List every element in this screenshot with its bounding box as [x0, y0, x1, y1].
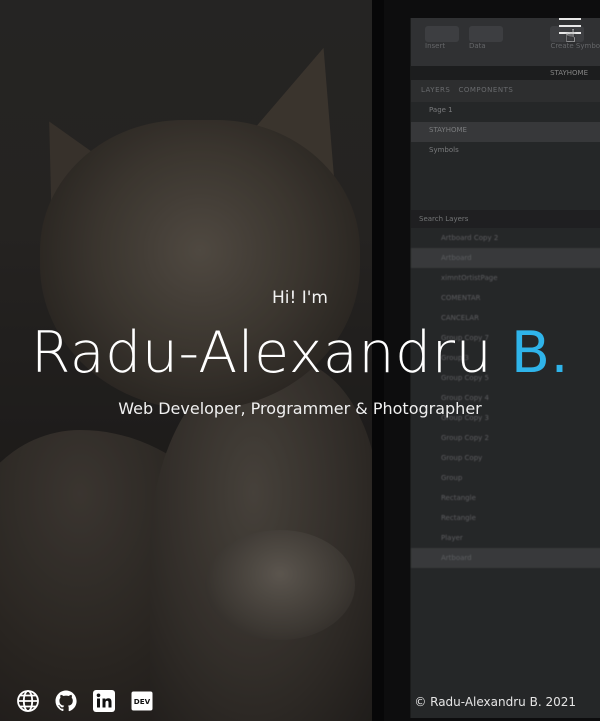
- github-icon[interactable]: [54, 689, 78, 713]
- name-main: Radu-Alexandru: [30, 320, 493, 386]
- intro-text: Hi! I'm: [272, 288, 328, 308]
- hero-name: Radu-Alexandru B.: [0, 318, 600, 388]
- social-links: DEV: [16, 689, 154, 713]
- name-accent: B.: [510, 320, 570, 386]
- linkedin-icon[interactable]: [92, 689, 116, 713]
- svg-text:DEV: DEV: [134, 697, 151, 706]
- globe-icon[interactable]: [16, 689, 40, 713]
- dev-icon[interactable]: DEV: [130, 689, 154, 713]
- tagline: Web Developer, Programmer & Photographer: [118, 399, 482, 418]
- hand-cursor-icon: ☝: [565, 26, 576, 47]
- copyright-text: © Radu-Alexandru B. 2021: [414, 695, 576, 709]
- hero-section: Insert Data Create Symbol STAYHOME LAYER…: [0, 0, 600, 721]
- menu-line: [559, 18, 581, 20]
